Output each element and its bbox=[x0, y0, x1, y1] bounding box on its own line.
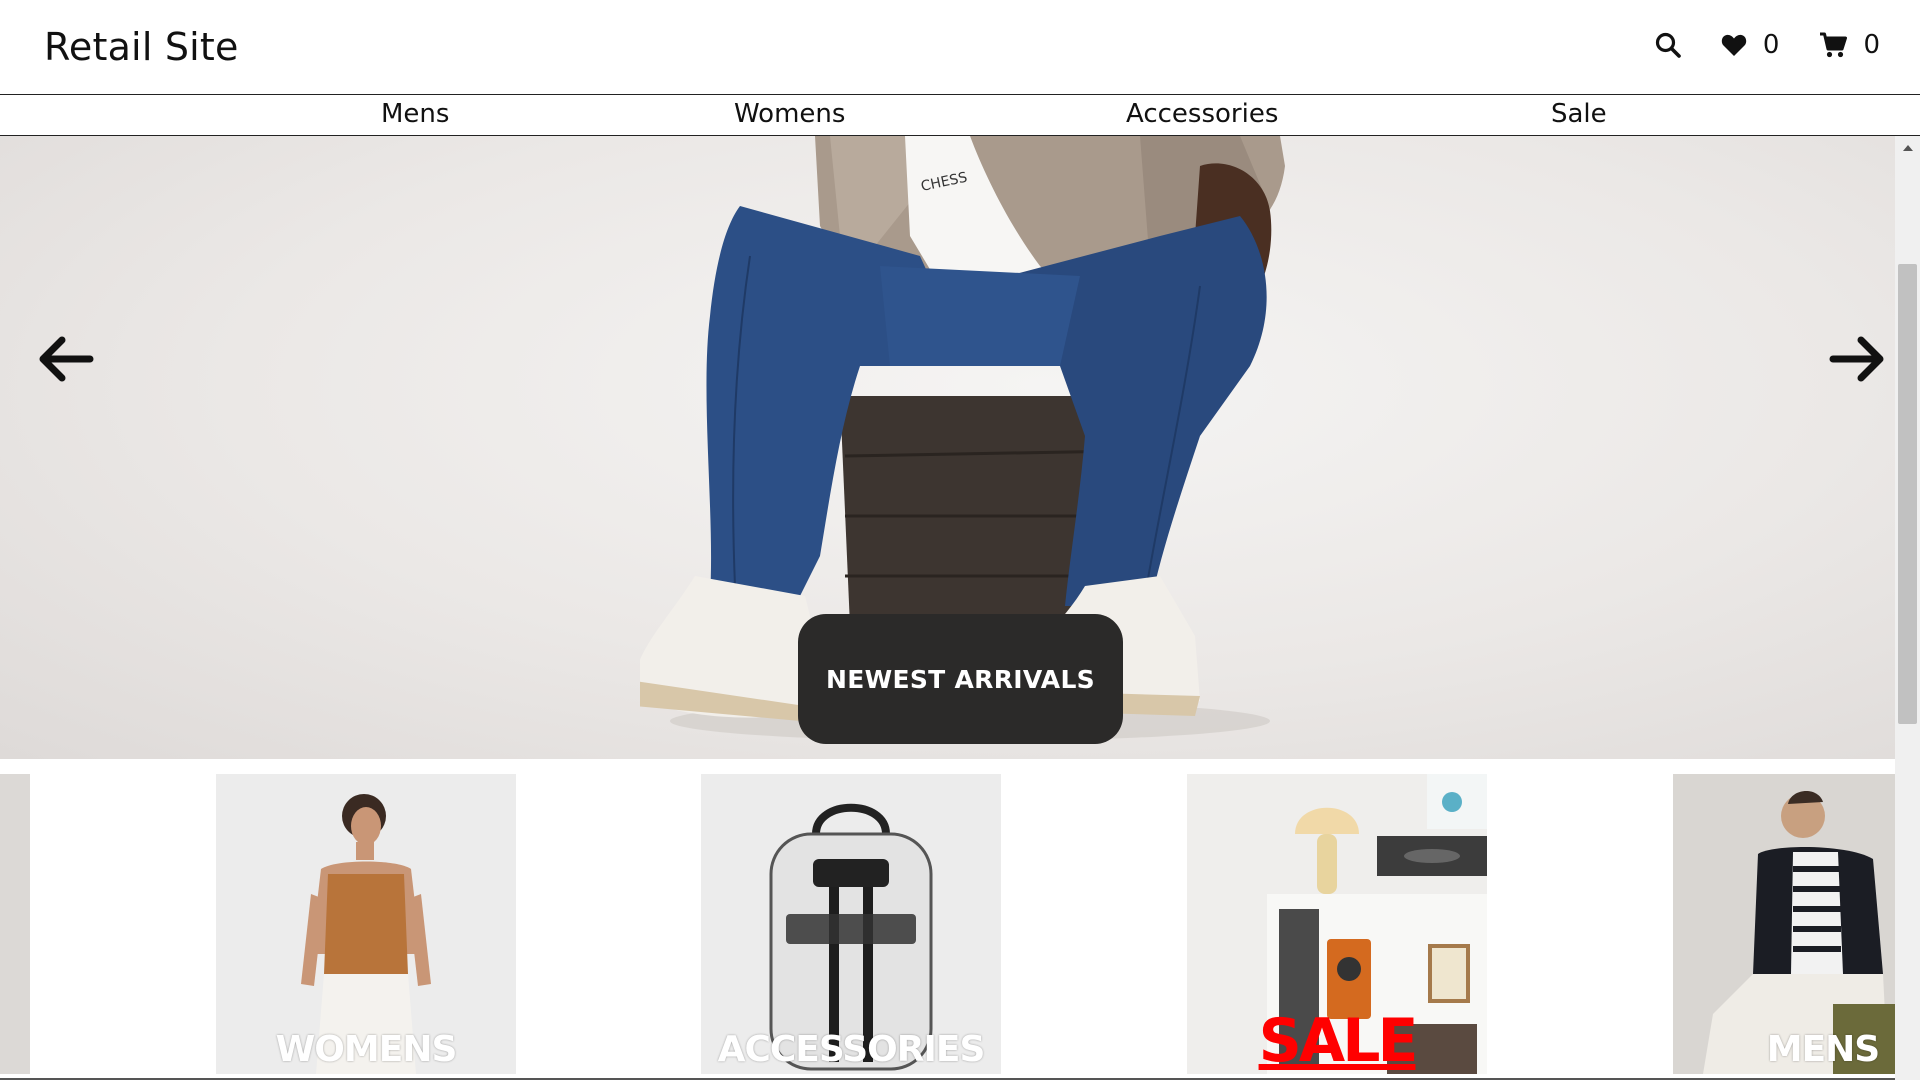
scroll-thumb[interactable] bbox=[1898, 264, 1917, 724]
header-actions: 0 0 bbox=[1615, 30, 1880, 60]
hero-carousel: CHESS NEWEST ARRIVALS bbox=[0, 136, 1895, 759]
caret-up-icon bbox=[1902, 145, 1913, 151]
wishlist-count: 0 bbox=[1762, 30, 1780, 60]
category-tile-sale[interactable]: SALE bbox=[1187, 774, 1487, 1074]
site-header: Retail Site 0 0 bbox=[0, 0, 1920, 95]
search-button[interactable] bbox=[1655, 32, 1681, 58]
page-scrollbar[interactable] bbox=[1895, 136, 1920, 1080]
category-tile-accessories[interactable]: ACCESSORIES bbox=[701, 774, 1001, 1074]
cart-count: 0 bbox=[1863, 30, 1880, 60]
category-label: WOMENS bbox=[275, 1029, 458, 1070]
category-label: SALE bbox=[1258, 1006, 1419, 1074]
scroll-up-button[interactable] bbox=[1895, 136, 1920, 160]
category-tile-womens[interactable]: WOMENS bbox=[216, 774, 516, 1074]
carousel-prev-button[interactable] bbox=[36, 334, 94, 388]
arrow-right-icon bbox=[1829, 336, 1884, 382]
arrow-left-icon bbox=[39, 336, 94, 382]
newest-arrivals-button[interactable]: NEWEST ARRIVALS bbox=[798, 614, 1123, 744]
category-label: MENS bbox=[1766, 1029, 1880, 1070]
nav-item-sale[interactable]: Sale bbox=[1551, 99, 1607, 129]
category-tile-partial[interactable] bbox=[0, 774, 30, 1074]
cart-icon bbox=[1820, 32, 1848, 58]
wishlist-button[interactable]: 0 bbox=[1721, 30, 1780, 60]
site-logo[interactable]: Retail Site bbox=[44, 25, 239, 69]
search-icon bbox=[1655, 32, 1681, 58]
nav-item-womens[interactable]: Womens bbox=[734, 99, 845, 129]
category-tile-mens[interactable]: MENS bbox=[1673, 774, 1895, 1074]
nav-item-mens[interactable]: Mens bbox=[381, 99, 449, 129]
heart-icon bbox=[1721, 34, 1747, 56]
category-carousel: WOMENS ACCESSORIES SALE MENS bbox=[0, 759, 1895, 1080]
nav-item-accessories[interactable]: Accessories bbox=[1126, 99, 1278, 129]
category-label: ACCESSORIES bbox=[717, 1029, 986, 1070]
main-nav: Mens Womens Accessories Sale bbox=[0, 95, 1920, 136]
cart-button[interactable]: 0 bbox=[1819, 30, 1880, 60]
carousel-next-button[interactable] bbox=[1829, 334, 1887, 388]
